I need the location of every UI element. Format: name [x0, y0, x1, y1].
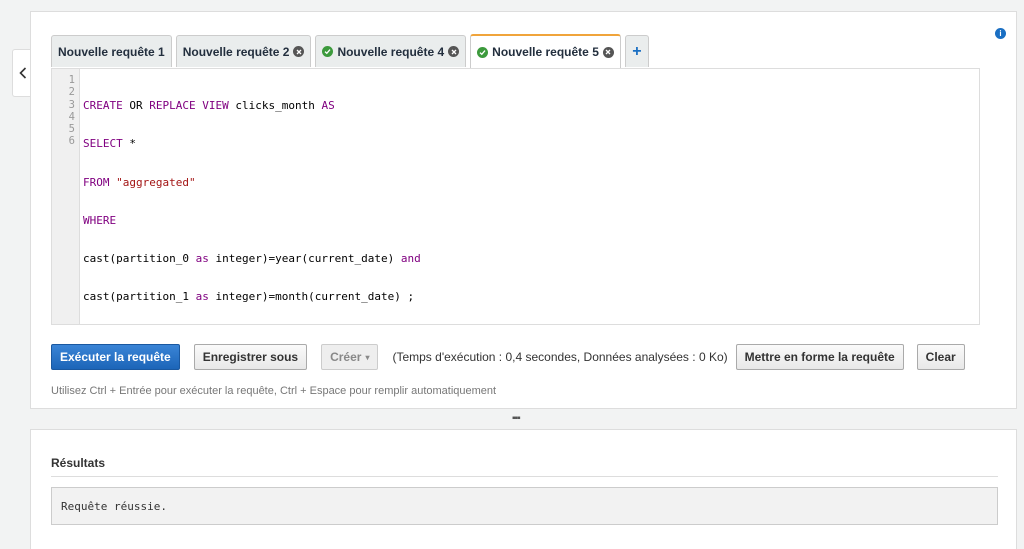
- code-line: cast(partition_1 as integer)=month(curre…: [83, 290, 415, 304]
- tab-query-1[interactable]: Nouvelle requête 1: [51, 35, 172, 67]
- line-number: 2: [68, 86, 75, 99]
- tab-query-5[interactable]: Nouvelle requête 5: [470, 34, 621, 68]
- chevron-left-icon: [18, 67, 26, 79]
- close-icon[interactable]: [602, 46, 614, 58]
- code-line: SELECT *: [83, 137, 136, 151]
- code-area[interactable]: CREATE OR REPLACE VIEW clicks_month AS S…: [80, 69, 979, 324]
- line-number: 4: [68, 110, 75, 123]
- clear-button[interactable]: Clear: [916, 344, 965, 370]
- line-number: 5: [68, 123, 75, 136]
- query-tabs: Nouvelle requête 1 Nouvelle requête 2 No…: [51, 34, 649, 68]
- tab-label: Nouvelle requête 5: [492, 45, 599, 59]
- query-editor-panel: i Nouvelle requête 1 Nouvelle requête 2 …: [30, 11, 1017, 409]
- code-line: FROM "aggregated": [83, 175, 196, 189]
- line-number: 1: [68, 74, 75, 86]
- code-line: cast(partition_0 as integer)=year(curren…: [83, 252, 421, 266]
- create-dropdown-button[interactable]: Créer ▾: [321, 344, 379, 370]
- success-check-icon: [477, 46, 489, 58]
- tab-query-2[interactable]: Nouvelle requête 2: [175, 35, 312, 67]
- sql-editor[interactable]: 1 2 3 4 5 6 CREATE OR REPLACE VIEW click…: [51, 68, 980, 325]
- divider: [51, 476, 998, 477]
- line-number: 6: [68, 135, 75, 148]
- results-title: Résultats: [51, 456, 106, 470]
- success-check-icon: [322, 46, 334, 57]
- tab-label: Nouvelle requête 1: [58, 44, 165, 59]
- collapse-sidebar-button[interactable]: [12, 49, 32, 97]
- resize-handle[interactable]: ▪▪▪: [512, 413, 521, 424]
- info-icon[interactable]: i: [995, 28, 1006, 39]
- close-icon[interactable]: [293, 46, 305, 57]
- format-query-button[interactable]: Mettre en forme la requête: [735, 344, 904, 370]
- close-icon[interactable]: [448, 46, 460, 57]
- add-tab-button[interactable]: +: [624, 35, 649, 67]
- code-line: CREATE OR REPLACE VIEW clicks_month AS: [83, 99, 335, 112]
- tab-label: Nouvelle requête 2: [182, 44, 290, 59]
- code-line: WHERE: [83, 213, 117, 227]
- tab-query-4[interactable]: Nouvelle requête 4: [315, 35, 467, 67]
- results-panel: Résultats Requête réussie.: [30, 429, 1017, 549]
- save-as-button[interactable]: Enregistrer sous: [193, 344, 308, 370]
- run-query-button[interactable]: Exécuter la requête: [51, 344, 180, 370]
- execution-info: (Temps d'exécution : 0,4 secondes, Donné…: [392, 350, 728, 364]
- results-message: Requête réussie.: [61, 499, 167, 513]
- tab-label: Nouvelle requête 4: [337, 44, 445, 59]
- line-number-gutter: 1 2 3 4 5 6: [52, 69, 80, 324]
- keyboard-hint: Utilisez Ctrl + Entrée pour exécuter la …: [51, 385, 497, 397]
- query-toolbar: Exécuter la requête Enregistrer sous Cré…: [51, 344, 965, 370]
- line-number: 3: [68, 98, 75, 111]
- create-label: Créer: [330, 350, 362, 364]
- chevron-down-icon: ▾: [365, 352, 370, 362]
- results-message-box: Requête réussie.: [51, 487, 998, 525]
